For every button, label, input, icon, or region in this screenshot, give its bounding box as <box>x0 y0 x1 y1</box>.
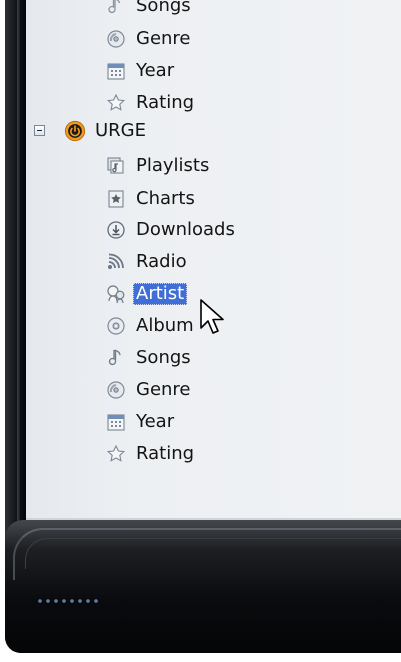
tree-item-rating[interactable]: Rating <box>105 440 197 468</box>
radio-icon <box>105 251 127 273</box>
tree-item-downloads[interactable]: Downloads <box>105 216 238 244</box>
tree-item-songs[interactable]: Songs <box>105 0 194 20</box>
calendar-icon <box>105 60 127 82</box>
window-left-frame <box>5 0 26 540</box>
tree-item-charts[interactable]: Charts <box>105 185 198 213</box>
tree-item-radio[interactable]: Radio <box>105 248 190 276</box>
music-note-icon <box>105 0 127 17</box>
star-icon <box>105 92 127 114</box>
tree-item-urge[interactable]: URGE <box>64 117 149 145</box>
tree-item-album[interactable]: Album <box>105 312 197 340</box>
chrome-arc-inner <box>25 538 401 569</box>
genre-disc-icon <box>105 379 127 401</box>
navigation-tree-panel[interactable] <box>26 0 401 518</box>
urge-power-icon <box>64 120 86 142</box>
collapse-minus-icon[interactable] <box>34 125 45 136</box>
tree-item-playlists[interactable]: Playlists <box>105 152 212 180</box>
playlists-icon <box>105 155 127 177</box>
window-left-bevel <box>17 0 20 530</box>
mouse-pointer-icon <box>200 299 224 334</box>
star-icon <box>105 443 127 465</box>
tree-item-year[interactable]: Year <box>105 57 177 85</box>
charts-icon <box>105 188 127 210</box>
tree-item-genre[interactable]: Genre <box>105 25 194 53</box>
album-disc-icon <box>105 315 127 337</box>
tree-item-genre[interactable]: Genre <box>105 376 194 404</box>
progress-dots-indicator <box>36 597 100 605</box>
tree-item-rating[interactable]: Rating <box>105 89 197 117</box>
music-note-icon <box>105 347 127 369</box>
download-icon <box>105 219 127 241</box>
genre-disc-icon <box>105 28 127 50</box>
calendar-icon <box>105 411 127 433</box>
tree-item-songs[interactable]: Songs <box>105 344 194 372</box>
tree-item-year[interactable]: Year <box>105 408 177 436</box>
artist-icon <box>105 283 127 305</box>
tree-item-artist[interactable]: Artist <box>105 280 188 308</box>
